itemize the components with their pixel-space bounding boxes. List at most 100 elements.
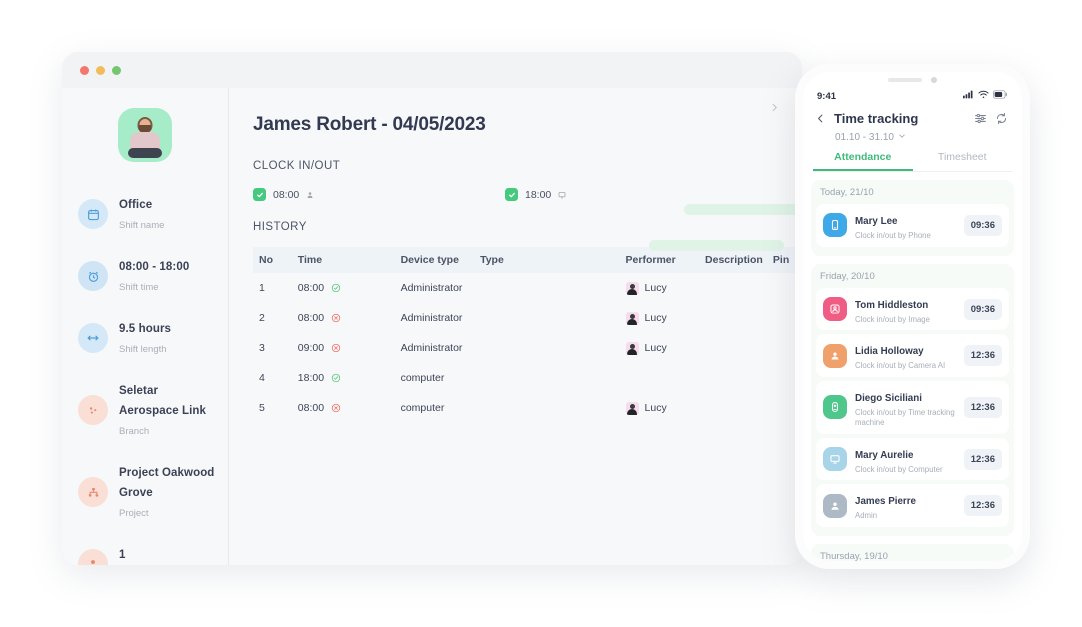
image-badge-icon (823, 297, 847, 322)
sidebar-item-project[interactable]: Project Oakwood Grove Project (62, 462, 228, 522)
sidebar-item-title: Project Oakwood Grove (119, 467, 215, 499)
history-table: No Time Device type Type Performer Descr… (253, 247, 802, 423)
time-machine-icon (823, 395, 847, 420)
cell-device-type: computer (400, 402, 445, 414)
admin-person-icon (823, 493, 847, 518)
day-label: Friday, 20/10 (820, 270, 875, 282)
window-body: Office Shift name 08:00 - 18:00 Shift ti… (62, 88, 802, 565)
cell-no: 1 (259, 282, 265, 294)
list-item[interactable]: James Pierre Admin 12:36 (816, 484, 1009, 528)
column-header-performer: Performer (625, 254, 676, 266)
cell-no: 2 (259, 312, 265, 324)
clock-out-entry[interactable]: 18:00 (505, 188, 566, 201)
column-header-description: Description (705, 254, 763, 266)
column-header-time: Time (297, 254, 323, 266)
column-header-no: No (259, 254, 273, 266)
performer-avatar (625, 281, 639, 295)
sidebar-item-working-days[interactable]: 1 Working days (62, 544, 228, 565)
status-ok-icon (331, 373, 341, 383)
avatar-legs-icon (128, 148, 162, 158)
screenshot-root: Office Shift name 08:00 - 18:00 Shift ti… (0, 0, 1082, 627)
next-chevron-icon[interactable] (769, 100, 780, 118)
sync-icon[interactable] (995, 112, 1008, 125)
performer-avatar (625, 401, 639, 415)
list-item[interactable]: Diego Siciliani Clock in/out by Time tra… (816, 381, 1009, 434)
sidebar-item-title: 1 (119, 549, 126, 561)
arrows-length-icon (78, 323, 108, 353)
speaker-icon (888, 77, 922, 82)
cell-time: 08:00 (297, 312, 325, 324)
avatar-container (62, 108, 228, 162)
cell-no: 3 (259, 342, 265, 354)
main-panel: James Robert - 04/05/2023 CLOCK IN/OUT 0… (229, 88, 802, 565)
close-window-button[interactable] (80, 65, 89, 75)
list-item[interactable]: Mary Lee Clock in/out by Phone 09:36 (816, 204, 1009, 247)
mobile-header: Time tracking (803, 105, 1022, 126)
history-label: HISTORY (253, 221, 307, 233)
loading-placeholder-bar (684, 204, 802, 215)
phone-notch (803, 72, 1022, 87)
person-icon (306, 191, 314, 199)
tab-timesheet[interactable]: Timesheet (913, 151, 1013, 171)
tab-attendance[interactable]: Attendance (813, 151, 913, 171)
tabs-divider (813, 171, 1012, 172)
cell-time: 08:00 (297, 402, 325, 414)
entry-name: Mary Lee (855, 216, 898, 227)
table-row[interactable]: 4 18:00 computer (253, 363, 802, 393)
sidebar-item-branch[interactable]: Seletar Aerospace Link Branch (62, 380, 228, 440)
table-row[interactable]: 3 09:00 Administrator Lucy (253, 333, 802, 363)
mobile-page-title: Time tracking (834, 111, 919, 126)
sidebar-item-title: 08:00 - 18:00 (119, 261, 190, 273)
cell-performer: Lucy (625, 311, 706, 325)
back-chevron-icon[interactable] (815, 113, 826, 124)
performer-name: Lucy (644, 342, 667, 354)
cell-device-type: Administrator (400, 342, 463, 354)
camera-icon (931, 76, 937, 83)
column-header-device-type: Device type (400, 254, 459, 266)
status-ok-icon (331, 283, 341, 293)
list-item[interactable]: Mary Aurelie Clock in/out by Computer 12… (816, 437, 1009, 481)
sidebar-item-title: 9.5 hours (119, 323, 172, 335)
entry-name: Tom Hiddleston (855, 299, 929, 311)
table-row[interactable]: 5 08:00 computer Lucy (253, 393, 802, 423)
entry-time: 12:36 (963, 495, 1002, 517)
status-cancel-icon (331, 343, 341, 353)
sidebar-item-subtitle: Shift length (119, 344, 167, 355)
sidebar-item-shift-name[interactable]: Office Shift name (62, 194, 228, 234)
cell-performer: Lucy (625, 401, 706, 415)
entry-subtitle: Admin (855, 511, 878, 521)
maximize-window-button[interactable] (112, 65, 121, 75)
clock-out-checkbox[interactable] (505, 188, 518, 201)
entry-time: 12:36 (963, 448, 1002, 470)
desktop-window: Office Shift name 08:00 - 18:00 Shift ti… (62, 52, 802, 565)
date-range-selector[interactable]: 01.10 - 31.10 (803, 126, 1022, 143)
entry-subtitle: Clock in/out by Camera AI (855, 361, 946, 371)
list-item[interactable]: Lidia Holloway Clock in/out by Camera AI… (816, 334, 1009, 378)
wifi-icon (978, 90, 989, 102)
column-header-type: Type (480, 254, 504, 266)
entry-subtitle: Clock in/out by Phone (855, 231, 931, 240)
day-group: Today, 21/10 Mary Lee Clock in/out by Ph… (811, 180, 1014, 256)
list-item[interactable]: Tom Hiddleston Clock in/out by Image 09:… (816, 287, 1009, 331)
cell-device-type: Administrator (400, 282, 463, 294)
sidebar-item-title: Office (119, 199, 153, 211)
sidebar-item-shift-time[interactable]: 08:00 - 18:00 Shift time (62, 256, 228, 296)
sidebar-item-title: Seletar Aerospace Link (119, 385, 207, 417)
entry-subtitle: Clock in/out by Image (855, 314, 930, 324)
status-cancel-icon (331, 313, 341, 323)
day-group: Friday, 20/10 Tom Hiddleston Clock in/ou… (811, 263, 1014, 537)
table-row[interactable]: 1 08:00 Administrator Lucy (253, 273, 802, 303)
clock-in-checkbox[interactable] (253, 188, 266, 201)
clock-in-time: 08:00 (273, 188, 300, 201)
clock-in-entry[interactable]: 08:00 (253, 188, 505, 201)
entry-name: Lidia Holloway (855, 346, 924, 358)
attendance-list[interactable]: Today, 21/10 Mary Lee Clock in/out by Ph… (803, 180, 1022, 561)
cell-no: 5 (259, 402, 265, 414)
minimize-window-button[interactable] (96, 65, 105, 75)
day-label: Thursday, 19/10 (820, 551, 888, 561)
sidebar-item-shift-length[interactable]: 9.5 hours Shift length (62, 318, 228, 358)
sidebar-item-subtitle: Shift name (119, 220, 165, 231)
table-row[interactable]: 2 08:00 Administrator Lucy (253, 303, 802, 333)
filter-sliders-icon[interactable] (974, 112, 987, 125)
entry-time: 09:36 (963, 214, 1002, 236)
